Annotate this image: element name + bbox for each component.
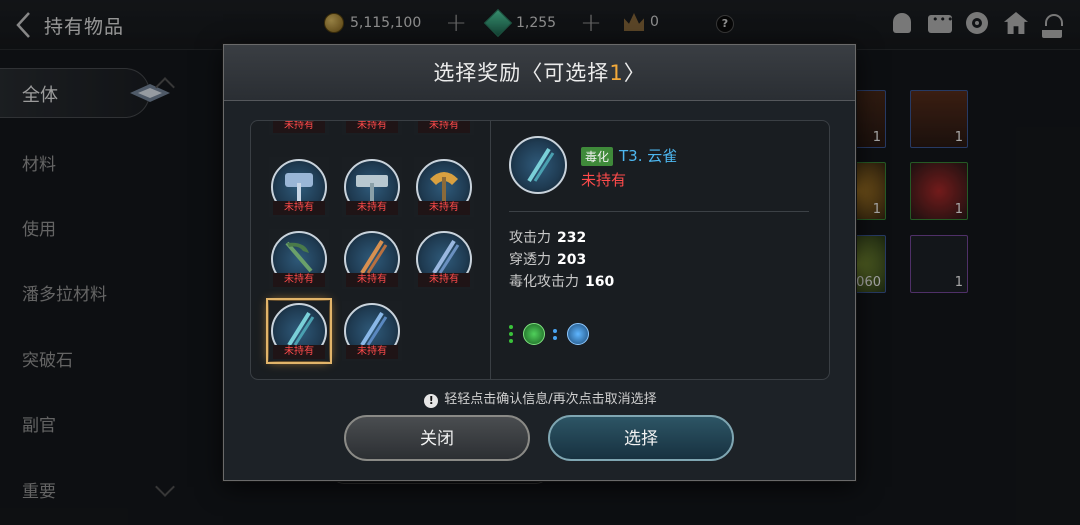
not-owned-tag: 未持有: [418, 121, 470, 133]
hint-label: 轻轻点击确认信息/再次点击取消选择: [444, 392, 657, 407]
stat-label: 穿透力: [509, 252, 551, 268]
stat-penetration: 穿透力 203: [509, 249, 586, 269]
reward-slot[interactable]: 未持有: [269, 229, 329, 289]
reward-slot[interactable]: 未持有: [342, 157, 402, 217]
effect-level-dots: [509, 325, 513, 343]
dual-blade-icon: [287, 311, 315, 347]
not-owned-tag: 未持有: [273, 273, 325, 287]
dual-blade-icon: [360, 311, 388, 347]
reward-content: 未持有 未持有 未持有 未持有 未持有 未持有 未持有 未持有 未持有 未持有 …: [250, 120, 830, 380]
not-owned-tag: 未持有: [273, 201, 325, 215]
reward-grid[interactable]: 未持有 未持有 未持有 未持有 未持有 未持有 未持有 未持有 未持有 未持有 …: [251, 121, 491, 379]
slash-effect-icon[interactable]: [567, 323, 589, 345]
stat-label: 毒化攻击力: [509, 274, 579, 290]
reward-slot[interactable]: 未持有: [269, 121, 329, 135]
dialog-title-suffix: 〉: [623, 61, 646, 85]
stat-value: 160: [585, 274, 615, 290]
hammer-icon: [356, 175, 388, 203]
dual-blade-icon: [360, 239, 388, 275]
stat-attack: 攻击力 232: [509, 227, 586, 247]
info-icon: !: [424, 394, 439, 408]
stat-value: 203: [557, 252, 587, 268]
dual-blade-icon: [527, 147, 555, 183]
divider: [509, 211, 809, 212]
not-owned-tag: 未持有: [346, 201, 398, 215]
reward-slot[interactable]: 未持有: [414, 121, 474, 135]
select-button[interactable]: 选择: [548, 415, 734, 461]
not-owned-tag: 未持有: [418, 273, 470, 287]
not-owned-tag: 未持有: [346, 273, 398, 287]
poison-effect-icon[interactable]: [523, 323, 545, 345]
poison-badge: 毒化: [581, 147, 614, 166]
hammer-icon: [285, 173, 313, 203]
detail-weapon-icon: [509, 136, 569, 196]
reward-slot[interactable]: 未持有: [414, 229, 474, 289]
reward-select-dialog: 选择奖励〈可选择1〉 未持有 未持有 未持有 未持有 未持有 未持有 未持有 未…: [223, 44, 856, 481]
not-owned-tag: 未持有: [418, 201, 470, 215]
stat-value: 232: [557, 230, 587, 246]
dialog-title: 选择奖励〈可选择1〉: [224, 45, 855, 101]
effect-level-dots: [553, 328, 557, 340]
stat-poison-attack: 毒化攻击力 160: [509, 271, 614, 291]
reward-slot[interactable]: 未持有: [269, 157, 329, 217]
effect-icons: [509, 323, 589, 345]
not-owned-tag: 未持有: [273, 345, 325, 359]
not-owned-tag: 未持有: [346, 345, 398, 359]
reward-slot[interactable]: 未持有: [342, 229, 402, 289]
reward-slot[interactable]: 未持有: [414, 157, 474, 217]
ownership-status: 未持有: [581, 171, 627, 189]
not-owned-tag: 未持有: [346, 121, 398, 133]
reward-slot[interactable]: 未持有: [342, 121, 402, 135]
item-name: T3. 云雀: [619, 147, 678, 165]
hint-text: ! 轻轻点击确认信息/再次点击取消选择: [224, 388, 857, 408]
stat-label: 攻击力: [509, 230, 551, 246]
close-button[interactable]: 关闭: [344, 415, 530, 461]
reward-slot[interactable]: 未持有: [342, 301, 402, 361]
reward-slot-selected[interactable]: 未持有: [266, 298, 332, 364]
dialog-title-text: 选择奖励〈可选择: [433, 61, 610, 85]
reward-detail: 毒化 T3. 云雀 未持有 攻击力 232 穿透力 203 毒化攻击力 160: [509, 121, 829, 379]
axe-icon: [430, 172, 458, 203]
scythe-icon: [285, 241, 313, 273]
not-owned-tag: 未持有: [273, 121, 325, 133]
dual-blade-icon: [432, 239, 460, 275]
selectable-count: 1: [609, 61, 624, 85]
